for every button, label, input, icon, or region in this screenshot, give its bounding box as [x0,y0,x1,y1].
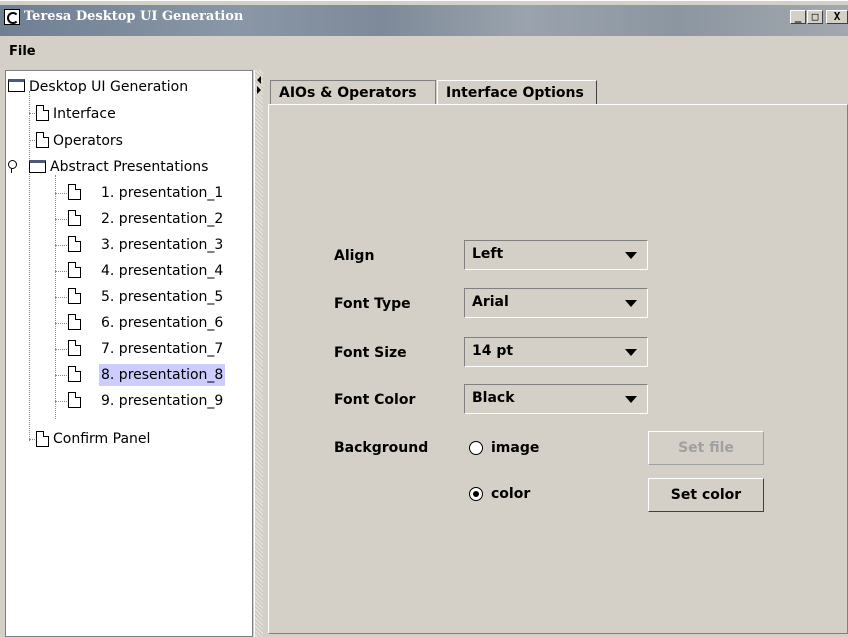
font-color-select[interactable]: Black [464,384,648,414]
document-icon [68,340,81,356]
maximize-button[interactable]: □ [807,10,823,24]
font-size-select[interactable]: 14 pt [464,337,648,367]
chevron-down-icon [625,349,637,356]
tree-connector [55,349,67,350]
tree-connector [55,375,67,376]
splitter-handle[interactable] [254,70,263,637]
tree-item-presentation[interactable]: 3. presentation_3 [99,234,225,256]
tree-connector [55,219,67,220]
tree-item-presentation[interactable]: 2. presentation_2 [99,208,225,230]
document-icon [68,314,81,330]
tree-item-presentation[interactable]: 9. presentation_9 [99,390,225,412]
document-icon [68,262,81,278]
tree-item-presentation[interactable]: 5. presentation_5 [99,286,225,308]
minimize-button[interactable]: _ [790,10,806,24]
tree-item-operators[interactable]: Operators [53,130,123,152]
background-color-option-label[interactable]: color [491,486,530,502]
folder-icon [29,160,46,173]
close-button[interactable]: X [826,10,848,24]
background-label: Background [334,440,429,456]
tab-aios-operators[interactable]: AIOs & Operators [270,80,436,104]
document-icon [36,431,49,447]
tree-item-presentation[interactable]: 6. presentation_6 [99,312,225,334]
collapse-left-icon[interactable] [257,76,261,84]
font-size-label: Font Size [334,345,407,361]
tree-item-abstract-presentations[interactable]: Abstract Presentations [50,156,208,178]
menu-file[interactable]: File [9,44,36,59]
tree-connector [55,323,67,324]
tree-item-presentation[interactable]: 4. presentation_4 [99,260,225,282]
document-icon [36,132,49,148]
interface-options-panel [268,104,848,634]
tree-connector [55,245,67,246]
align-select[interactable]: Left [464,240,648,270]
window-title: Teresa Desktop UI Generation [24,9,244,24]
tree-connector [55,401,67,402]
tree-connector [55,193,67,194]
document-icon [68,236,81,252]
font-color-value: Black [472,390,515,406]
font-type-value: Arial [472,294,509,310]
tree-item-presentation[interactable]: 1. presentation_1 [99,182,225,204]
font-color-label: Font Color [334,392,416,408]
background-image-radio[interactable] [469,441,483,455]
tab-interface-options[interactable]: Interface Options [437,80,597,104]
align-label: Align [334,248,375,264]
tree-item-confirm-panel[interactable]: Confirm Panel [53,428,150,450]
chevron-down-icon [625,396,637,403]
expand-handle-icon[interactable] [8,160,17,169]
tree-connector [55,271,67,272]
document-icon [68,210,81,226]
chevron-down-icon [625,300,637,307]
app-icon[interactable] [4,9,20,25]
tree-item-interface[interactable]: Interface [53,103,116,125]
chevron-down-icon [625,252,637,259]
background-color-radio[interactable] [469,487,483,501]
tree-panel[interactable]: Desktop UI Generation Interface Operator… [5,70,253,637]
background-image-option-label[interactable]: image [491,440,539,456]
font-type-label: Font Type [334,296,411,312]
tree-root[interactable]: Desktop UI Generation [29,76,188,98]
document-icon [68,184,81,200]
collapse-right-icon[interactable] [257,86,261,94]
menu-bar [0,37,848,67]
folder-icon [8,79,25,92]
set-file-button[interactable]: Set file [648,431,764,465]
tree-item-presentation[interactable]: 8. presentation_8 [99,364,226,386]
align-value: Left [472,246,504,262]
expand-handle-stem [11,168,12,173]
tree-connector [55,297,67,298]
tree-item-presentation[interactable]: 7. presentation_7 [99,338,225,360]
document-icon [68,366,81,382]
document-icon [68,392,81,408]
font-size-value: 14 pt [472,343,514,359]
set-color-button[interactable]: Set color [648,478,764,512]
font-type-select[interactable]: Arial [464,288,648,318]
document-icon [36,105,49,121]
tree-connector [29,91,30,441]
document-icon [68,288,81,304]
